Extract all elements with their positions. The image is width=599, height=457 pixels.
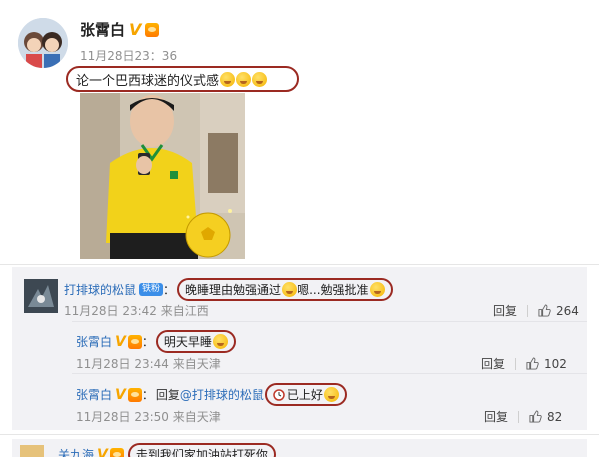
comments-section: 打排球的松鼠 铁粉 ： 晚睡理由勉强通过 嗯...勉强批准 11月28日 23:…	[12, 267, 587, 430]
reply-button[interactable]: 回复	[484, 408, 508, 425]
reply-meta: 11月28日 23:44 来自天津	[76, 357, 221, 371]
commenter-avatar[interactable]	[20, 445, 44, 457]
divider	[72, 373, 587, 374]
like-icon[interactable]	[538, 304, 551, 317]
reply-actions: 回复 102	[481, 355, 567, 372]
reply-text-highlight: 已上好	[264, 383, 347, 406]
comment-username[interactable]: 打排球的松鼠	[64, 281, 136, 298]
verified-badge-icon: V	[129, 19, 142, 39]
reply-actions: 回复 82	[484, 408, 562, 425]
like-count: 264	[556, 303, 579, 318]
comment-line: 关九海 V 走到我们家加油站打死你	[58, 443, 276, 457]
reply-username[interactable]: 张霄白	[76, 386, 112, 403]
reply-username[interactable]: 张霄白	[76, 333, 112, 350]
reply-line: 张霄白 V ： 回复 @打排球的松鼠 已上好	[76, 383, 347, 406]
comment-text: 走到我们家加油站打死你	[135, 448, 268, 457]
post-text: 论一个巴西球迷的仪式感	[66, 66, 299, 92]
comment-text: 晚睡理由勉强通过	[185, 283, 282, 297]
comment-partial: 关九海 V 走到我们家加油站打死你	[12, 439, 587, 457]
smile-emoji-icon	[323, 387, 339, 402]
comment-text-highlight: 晚睡理由勉强通过 嗯...勉强批准	[177, 278, 393, 301]
reply-text: 明天早睡	[163, 335, 212, 349]
divider	[0, 264, 599, 265]
member-level-icon	[127, 387, 142, 402]
alarm-clock-icon	[273, 389, 285, 401]
reply-line: 张霄白 V ： 明天早睡	[76, 330, 236, 353]
verified-badge-icon: V	[115, 333, 126, 350]
crying-emoji-icon	[252, 71, 268, 87]
member-level-icon	[145, 22, 160, 37]
comment-meta: 11月28日 23:42 来自江西	[64, 304, 209, 318]
reply-prefix: 回复	[155, 388, 180, 402]
fan-badge[interactable]: 铁粉	[139, 283, 164, 296]
member-level-icon	[109, 447, 124, 457]
like-icon[interactable]	[529, 410, 542, 423]
mention-link[interactable]: @打排球的松鼠	[180, 386, 264, 403]
reply-text: 已上好	[286, 388, 323, 402]
divider	[72, 321, 587, 322]
comment-line: 打排球的松鼠 铁粉 ： 晚睡理由勉强通过 嗯...勉强批准	[64, 278, 393, 301]
comment-text-2: 嗯...勉强批准	[297, 283, 369, 297]
author-avatar[interactable]	[18, 18, 68, 68]
post-text-content: 论一个巴西球迷的仪式感	[76, 73, 220, 89]
verified-badge-icon: V	[97, 446, 108, 457]
reply-button[interactable]: 回复	[481, 355, 505, 372]
post-timestamp[interactable]: 11月28日23：36	[80, 47, 177, 64]
grin-emoji-icon	[369, 282, 385, 297]
divider	[0, 434, 599, 435]
like-count: 82	[547, 409, 563, 424]
verified-badge-icon: V	[115, 386, 126, 403]
like-count: 102	[544, 356, 567, 371]
like-icon[interactable]	[526, 357, 539, 370]
sleepy-emoji-icon	[212, 334, 228, 349]
reply-meta: 11月28日 23:50 来自天津	[76, 410, 221, 424]
member-level-icon	[127, 334, 142, 349]
post-photo[interactable]	[80, 93, 245, 259]
commenter-avatar[interactable]	[24, 279, 58, 313]
comment-actions: 回复 264	[493, 302, 579, 319]
comment-username[interactable]: 关九海	[58, 446, 94, 457]
reply-button[interactable]: 回复	[493, 302, 517, 319]
crying-emoji-icon	[236, 71, 252, 87]
comment-text-highlight: 走到我们家加油站打死你	[127, 443, 276, 457]
author-name[interactable]: 张霄白	[80, 19, 125, 40]
sweat-emoji-icon	[282, 282, 298, 297]
post-author: 张霄白 V	[80, 19, 160, 40]
crying-emoji-icon	[220, 71, 236, 87]
reply-text-highlight: 明天早睡	[155, 330, 236, 353]
